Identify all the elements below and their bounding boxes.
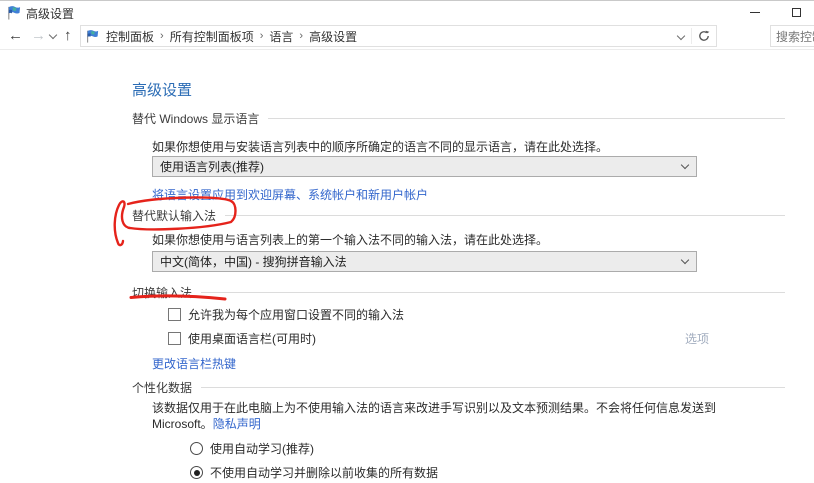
breadcrumb-separator-icon: › <box>295 30 307 42</box>
refresh-button[interactable] <box>692 26 716 46</box>
checkbox-unchecked-icon[interactable] <box>168 308 181 321</box>
radio-label: 不使用自动学习并删除以前收集的所有数据 <box>210 464 438 481</box>
forward-button[interactable]: → <box>31 26 46 46</box>
personalization-description-line1: 该数据仅用于在此电脑上为不使用输入法的语言来改进手写识别以及文本预测结果。不会将… <box>152 399 716 416</box>
default-input-method-combo[interactable]: 中文(简体，中国) - 搜狗拼音输入法 <box>152 251 697 272</box>
divider <box>268 118 785 119</box>
display-language-combo[interactable]: 使用语言列表(推荐) <box>152 156 697 177</box>
combo-selected-value: 中文(简体，中国) - 搜狗拼音输入法 <box>160 253 682 270</box>
checkbox-unchecked-icon[interactable] <box>168 332 181 345</box>
search-input[interactable]: 搜索控制面板 <box>770 25 814 47</box>
navigation-bar: ← → ↑ 控制面板 › 所有控制面板项 › 语言 › 高级设置 <box>0 23 814 50</box>
title-bar: 高级设置 <box>0 1 814 23</box>
refresh-icon <box>698 30 710 42</box>
desktop-language-bar-checkbox-row[interactable]: 使用桌面语言栏(可用时) <box>168 330 316 347</box>
apply-language-settings-link[interactable]: 将语言设置应用到欢迎屏幕、系统帐户和新用户帐户 <box>152 186 428 203</box>
privacy-statement-link[interactable]: 隐私声明 <box>213 417 261 431</box>
section-header-label: 替代 Windows 显示语言 <box>132 110 259 127</box>
address-bar-controls <box>671 26 716 46</box>
breadcrumb-separator-icon: › <box>256 30 268 42</box>
address-dropdown-button[interactable] <box>671 26 691 46</box>
history-dropdown-icon[interactable] <box>49 31 57 39</box>
display-language-description: 如果你想使用与安装语言列表中的顺序所确定的语言不同的显示语言，请在此处选择。 <box>152 138 608 155</box>
personalization-description-prefix: Microsoft。 <box>152 417 213 431</box>
minimize-icon <box>750 12 760 13</box>
section-header-label: 个性化数据 <box>132 379 192 396</box>
radio-unselected-icon[interactable] <box>190 442 203 455</box>
language-bar-options-link[interactable]: 选项 <box>685 330 709 347</box>
advanced-settings-window: 高级设置 ← → ↑ 控制面板 › 所有控制面板项 › 语言 › 高级设置 <box>0 0 814 483</box>
divider <box>201 292 785 293</box>
section-header-switch-input-method: 切换输入法 <box>132 284 785 301</box>
maximize-icon <box>792 8 801 17</box>
chevron-down-icon <box>677 32 685 40</box>
checkbox-label: 允许我为每个应用窗口设置不同的输入法 <box>188 306 404 323</box>
chevron-down-icon <box>681 161 689 169</box>
breadcrumb-control-panel[interactable]: 控制面板 <box>104 28 156 45</box>
no-auto-learning-radio-row[interactable]: 不使用自动学习并删除以前收集的所有数据 <box>190 464 438 481</box>
breadcrumb-all-items[interactable]: 所有控制面板项 <box>168 28 256 45</box>
divider <box>201 387 785 388</box>
window-title: 高级设置 <box>26 5 74 22</box>
combo-selected-value: 使用语言列表(推荐) <box>160 158 682 175</box>
radio-selected-icon[interactable] <box>190 466 203 479</box>
minimize-button[interactable] <box>735 1 775 23</box>
section-header-display-language: 替代 Windows 显示语言 <box>132 110 785 127</box>
section-header-label: 切换输入法 <box>132 284 192 301</box>
divider <box>0 49 814 50</box>
language-flag-icon <box>85 29 99 43</box>
change-language-bar-hotkeys-link[interactable]: 更改语言栏热键 <box>152 355 236 372</box>
section-header-label: 替代默认输入法 <box>132 207 216 224</box>
address-bar[interactable]: 控制面板 › 所有控制面板项 › 语言 › 高级设置 <box>80 25 717 47</box>
breadcrumb-separator-icon: › <box>156 30 168 42</box>
checkbox-label: 使用桌面语言栏(可用时) <box>188 330 316 347</box>
breadcrumb-advanced-settings[interactable]: 高级设置 <box>307 28 359 45</box>
language-flag-icon <box>6 5 21 20</box>
divider <box>225 215 785 216</box>
up-button[interactable]: ↑ <box>64 26 72 46</box>
breadcrumb: 控制面板 › 所有控制面板项 › 语言 › 高级设置 <box>104 28 671 45</box>
per-app-input-method-checkbox-row[interactable]: 允许我为每个应用窗口设置不同的输入法 <box>168 306 404 323</box>
page-title: 高级设置 <box>132 79 192 100</box>
maximize-button[interactable] <box>776 1 814 23</box>
use-auto-learning-radio-row[interactable]: 使用自动学习(推荐) <box>190 440 314 457</box>
personalization-description-line2: Microsoft。隐私声明 <box>152 415 261 432</box>
breadcrumb-language[interactable]: 语言 <box>267 28 295 45</box>
chevron-down-icon <box>681 256 689 264</box>
back-button[interactable]: ← <box>8 26 23 46</box>
search-placeholder: 搜索控制面板 <box>776 28 814 45</box>
section-header-default-input-method: 替代默认输入法 <box>132 207 785 224</box>
radio-label: 使用自动学习(推荐) <box>210 440 314 457</box>
section-header-personalization: 个性化数据 <box>132 379 785 396</box>
default-input-method-description: 如果你想使用与语言列表上的第一个输入法不同的输入法，请在此处选择。 <box>152 231 548 248</box>
